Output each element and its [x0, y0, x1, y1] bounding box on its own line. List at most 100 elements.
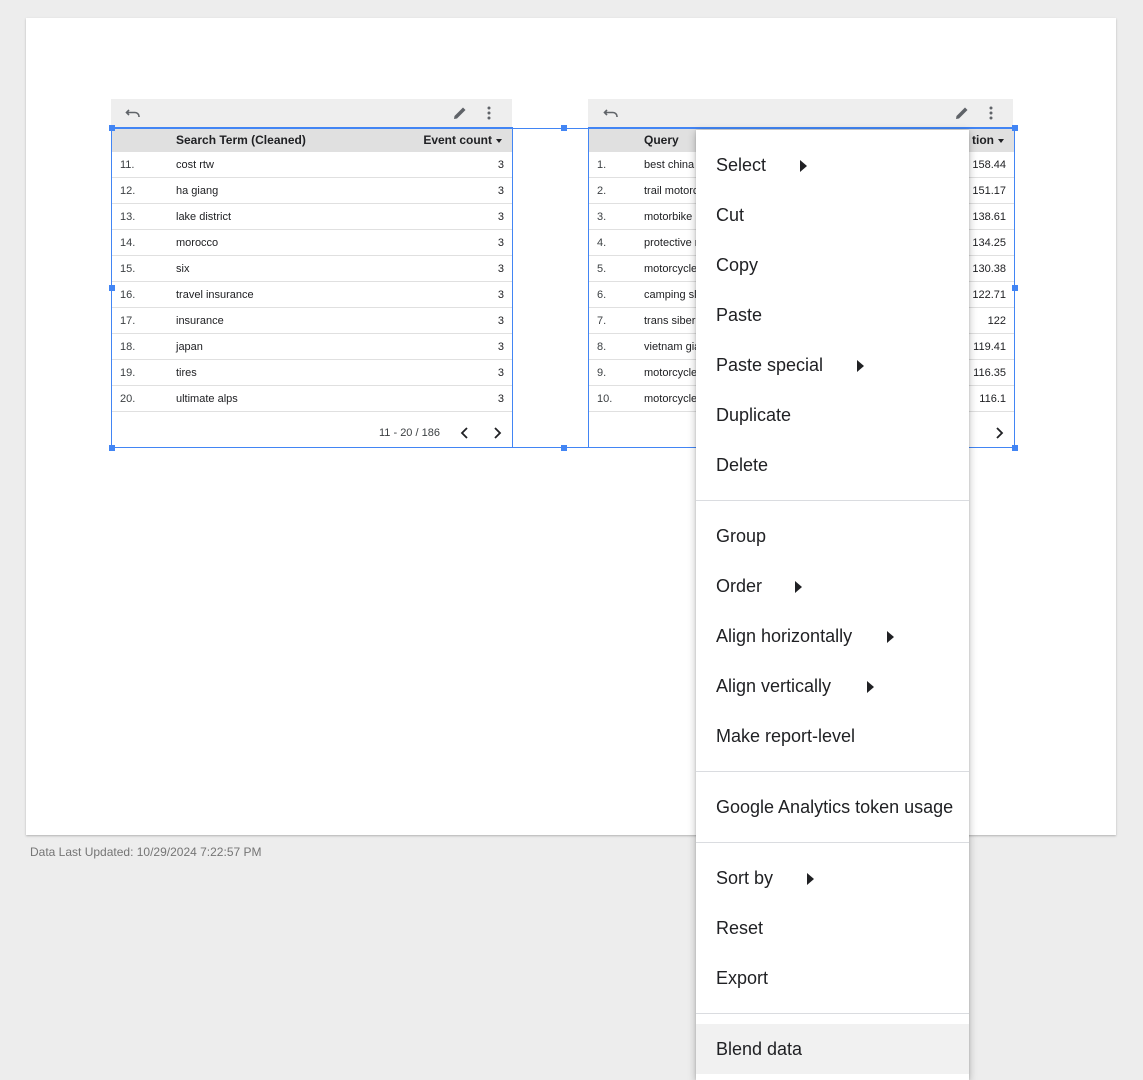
chevron-right-icon[interactable]: [993, 426, 1005, 445]
submenu-arrow-icon: [867, 681, 874, 693]
menu-item-order[interactable]: Order: [696, 561, 969, 611]
row-term: motorbike: [644, 211, 693, 223]
menu-item-duplicate[interactable]: Duplicate: [696, 390, 969, 440]
resize-handle-tl[interactable]: [109, 125, 115, 131]
row-term: travel insurance: [176, 289, 254, 301]
pagination-range: 11 - 20 / 186: [379, 427, 440, 439]
undo-icon[interactable]: [603, 105, 619, 121]
menu-item-paste[interactable]: Paste: [696, 290, 969, 340]
submenu-arrow-icon: [795, 581, 802, 593]
resize-handle-bm[interactable]: [561, 445, 567, 451]
row-number: 19.: [120, 367, 136, 379]
row-number: 9.: [597, 367, 607, 379]
more-vert-icon[interactable]: [983, 105, 999, 121]
row-term: lake district: [176, 211, 232, 223]
undo-icon[interactable]: [125, 105, 141, 121]
submenu-arrow-icon: [887, 631, 894, 643]
row-value: 116.1: [979, 393, 1006, 405]
resize-handle-bl[interactable]: [109, 445, 115, 451]
menu-item-align-horizontally[interactable]: Align horizontally: [696, 611, 969, 661]
row-term: motorcycle: [644, 393, 698, 405]
column-header-search-term[interactable]: Search Term (Cleaned): [176, 133, 306, 147]
more-vert-icon[interactable]: [481, 105, 497, 121]
column-header-metric[interactable]: tion: [972, 133, 1004, 147]
row-value: 134.25: [972, 237, 1006, 249]
row-number: 17.: [120, 315, 136, 327]
menu-item-group[interactable]: Group: [696, 511, 969, 561]
row-term: protective r: [644, 237, 699, 249]
menu-item-copy[interactable]: Copy: [696, 240, 969, 290]
row-value: 158.44: [972, 159, 1006, 171]
menu-divider: [696, 500, 969, 501]
pencil-icon[interactable]: [452, 105, 468, 121]
menu-item-sort-by[interactable]: Sort by: [696, 853, 969, 903]
row-term: best china: [644, 159, 695, 171]
row-term: japan: [176, 341, 203, 353]
row-term: morocco: [176, 237, 219, 249]
row-number: 6.: [597, 289, 607, 301]
row-value: 3: [497, 159, 504, 171]
row-number: 15.: [120, 263, 136, 275]
submenu-arrow-icon: [800, 160, 807, 172]
table-row[interactable]: 15. six 3: [112, 256, 512, 282]
row-term: camping sl: [644, 289, 697, 301]
row-term: ha giang: [176, 185, 219, 197]
table-row[interactable]: 20. ultimate alps 3: [112, 386, 512, 412]
menu-item-reset[interactable]: Reset: [696, 903, 969, 953]
context-menu: Select Cut Copy Paste Paste special Dupl…: [696, 130, 969, 1080]
table-row[interactable]: 17. insurance 3: [112, 308, 512, 334]
menu-item-cut[interactable]: Cut: [696, 190, 969, 240]
row-value: 122: [987, 315, 1006, 327]
row-term: ultimate alps: [176, 393, 238, 405]
row-term: tires: [176, 367, 197, 379]
table-row[interactable]: 18. japan 3: [112, 334, 512, 360]
table-widget-search-terms[interactable]: Search Term (Cleaned) Event count 11. cos…: [111, 99, 513, 448]
sort-desc-icon: [998, 138, 1004, 143]
row-number: 2.: [597, 185, 607, 197]
table-row[interactable]: 13. lake district 3: [112, 204, 512, 230]
row-number: 3.: [597, 211, 607, 223]
column-header-query[interactable]: Query: [644, 133, 679, 147]
menu-item-make-report-level[interactable]: Make report-level: [696, 711, 969, 761]
row-value: 130.38: [972, 263, 1006, 275]
sort-desc-icon: [496, 138, 502, 143]
chevron-right-icon[interactable]: [491, 426, 503, 445]
row-number: 13.: [120, 211, 136, 223]
submenu-arrow-icon: [807, 873, 814, 885]
row-value: 3: [497, 185, 504, 197]
resize-handle-mr[interactable]: [1012, 285, 1018, 291]
pencil-icon[interactable]: [954, 105, 970, 121]
row-term: cost rtw: [176, 159, 214, 171]
menu-item-ga-token-usage[interactable]: Google Analytics token usage: [696, 782, 969, 832]
menu-divider: [696, 771, 969, 772]
row-value: 3: [497, 211, 504, 223]
menu-item-delete[interactable]: Delete: [696, 440, 969, 490]
row-number: 8.: [597, 341, 607, 353]
table-row[interactable]: 19. tires 3: [112, 360, 512, 386]
resize-handle-ml[interactable]: [109, 285, 115, 291]
menu-item-blend-data[interactable]: Blend data: [696, 1024, 969, 1074]
menu-item-select[interactable]: Select: [696, 140, 969, 190]
resize-handle-br[interactable]: [1012, 445, 1018, 451]
resize-handle-tr[interactable]: [1012, 125, 1018, 131]
row-number: 5.: [597, 263, 607, 275]
row-number: 11.: [120, 159, 135, 171]
row-number: 10.: [597, 393, 613, 405]
row-value: 3: [497, 367, 504, 379]
table-row[interactable]: 16. travel insurance 3: [112, 282, 512, 308]
column-header-event-count[interactable]: Event count: [423, 133, 502, 147]
resize-handle-tm[interactable]: [561, 125, 567, 131]
chevron-left-icon[interactable]: [459, 426, 471, 445]
menu-item-paste-special[interactable]: Paste special: [696, 340, 969, 390]
row-value: 119.41: [973, 341, 1006, 353]
table-row[interactable]: 12. ha giang 3: [112, 178, 512, 204]
row-term: trail motorc: [644, 185, 699, 197]
row-term: trans siberi: [644, 315, 698, 327]
row-value: 122.71: [972, 289, 1006, 301]
last-updated-text: Data Last Updated: 10/29/2024 7:22:57 PM: [30, 845, 262, 859]
table-row[interactable]: 11. cost rtw 3: [112, 152, 512, 178]
table-row[interactable]: 14. morocco 3: [112, 230, 512, 256]
row-number: 14.: [120, 237, 136, 249]
menu-item-export[interactable]: Export: [696, 953, 969, 1003]
menu-item-align-vertically[interactable]: Align vertically: [696, 661, 969, 711]
